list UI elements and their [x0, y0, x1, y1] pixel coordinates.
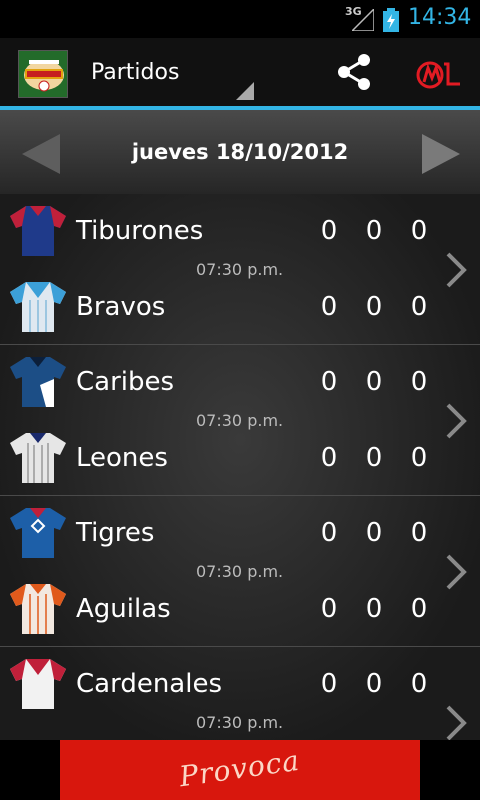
team-name: Tigres — [76, 518, 155, 548]
share-icon[interactable] — [334, 52, 374, 92]
team-name: Bravos — [76, 292, 166, 322]
date-navigator: jueves 18/10/2012 — [0, 110, 480, 194]
caribes-jersey-icon — [10, 357, 66, 407]
team-name: Caribes — [76, 367, 175, 397]
score-value: 0 — [320, 669, 338, 699]
chevron-right-icon[interactable] — [444, 401, 468, 441]
score-value: 0 — [320, 367, 338, 397]
away-team-row: Leones 0 0 0 — [0, 429, 440, 489]
away-team-row: Aguilas 0 0 0 — [0, 580, 440, 640]
bravos-jersey-icon — [10, 282, 66, 332]
score-value: 0 — [410, 518, 428, 548]
home-team-row: Tiburones 0 0 0 — [0, 202, 440, 262]
score-value: 0 — [365, 216, 383, 246]
score-value: 0 — [320, 443, 338, 473]
game-item[interactable]: Caribes 0 0 0 07:30 p.m. Leones 0 0 0 — [0, 345, 480, 496]
game-item[interactable]: Tiburones 0 0 0 07:30 p.m. Bravos 0 0 0 — [0, 194, 480, 345]
score-value: 0 — [365, 669, 383, 699]
game-item[interactable]: Cardenales 0 0 0 07:30 p.m. — [0, 647, 480, 740]
team-name: Leones — [76, 443, 168, 473]
status-bar: 3G 14:34 — [0, 0, 480, 38]
home-team-row: Tigres 0 0 0 — [0, 504, 440, 564]
spinner-dropdown-icon[interactable] — [236, 82, 254, 100]
signal-icon — [352, 9, 374, 31]
home-team-row: Cardenales 0 0 0 — [0, 655, 440, 715]
score-value: 0 — [320, 594, 338, 624]
status-time: 14:34 — [408, 5, 472, 30]
team-name: Aguilas — [76, 594, 171, 624]
section-title[interactable]: Partidos — [91, 60, 179, 85]
score-value: 0 — [320, 292, 338, 322]
tigres-jersey-icon — [10, 508, 66, 558]
cardenales-jersey-icon — [10, 659, 66, 709]
tiburones-jersey-icon — [10, 206, 66, 256]
chevron-right-icon[interactable] — [444, 250, 468, 290]
game-time: 07:30 p.m. — [196, 562, 284, 581]
team-name: Cardenales — [76, 669, 222, 699]
aguilas-jersey-icon — [10, 584, 66, 634]
score-value: 0 — [365, 292, 383, 322]
ad-banner[interactable]: Provoca — [60, 740, 420, 800]
ad-text: Provoca — [177, 743, 303, 794]
game-item[interactable]: Tigres 0 0 0 07:30 p.m. Aguilas 0 0 0 — [0, 496, 480, 647]
app-logo-icon[interactable] — [18, 50, 68, 98]
score-value: 0 — [410, 669, 428, 699]
game-time: 07:30 p.m. — [196, 260, 284, 279]
game-time: 07:30 p.m. — [196, 713, 284, 732]
team-name: Tiburones — [76, 216, 204, 246]
score-value: 0 — [365, 443, 383, 473]
score-value: 0 — [410, 594, 428, 624]
chevron-right-icon[interactable] — [444, 703, 468, 740]
battery-icon — [383, 8, 399, 32]
games-list[interactable]: Tiburones 0 0 0 07:30 p.m. Bravos 0 0 0 — [0, 194, 480, 740]
score-value: 0 — [410, 443, 428, 473]
current-date: jueves 18/10/2012 — [131, 140, 349, 164]
score-value: 0 — [320, 518, 338, 548]
brand-logo-icon[interactable] — [414, 58, 462, 92]
chevron-right-icon[interactable] — [444, 552, 468, 592]
away-team-row: Bravos 0 0 0 — [0, 278, 440, 338]
score-value: 0 — [320, 216, 338, 246]
score-value: 0 — [365, 518, 383, 548]
next-day-arrow-icon[interactable] — [418, 132, 462, 176]
leones-jersey-icon — [10, 433, 66, 483]
home-team-row: Caribes 0 0 0 — [0, 353, 440, 413]
score-value: 0 — [365, 594, 383, 624]
score-value: 0 — [365, 367, 383, 397]
game-time: 07:30 p.m. — [196, 411, 284, 430]
score-value: 0 — [410, 367, 428, 397]
score-value: 0 — [410, 292, 428, 322]
score-value: 0 — [410, 216, 428, 246]
